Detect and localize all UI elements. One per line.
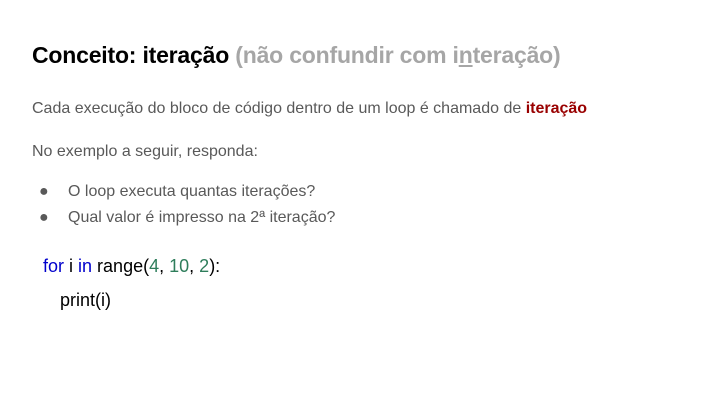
- title-aside-prefix: (não confundir com i: [235, 42, 459, 68]
- title-aside: (não confundir com interação): [235, 42, 560, 68]
- title-aside-suffix: teração): [472, 42, 561, 68]
- keyword-in: in: [78, 256, 93, 276]
- title-main: Conceito: iteração: [32, 42, 230, 68]
- bullet-dot-icon: ●: [39, 183, 49, 200]
- range-start: 4: [149, 256, 160, 276]
- keyword-for: for: [43, 256, 65, 276]
- code-line-for: for i in range(4, 10, 2):: [43, 256, 220, 290]
- definition-paragraph: Cada execução do bloco de código dentro …: [32, 100, 587, 118]
- title-aside-underlined-letter: n: [458, 42, 473, 68]
- prompt-paragraph: No exemplo a seguir, responda:: [32, 143, 258, 160]
- range-call: range(: [92, 256, 150, 276]
- question-text: O loop executa quantas iterações?: [68, 183, 316, 200]
- question-text: Qual valor é impresso na 2ª iteração?: [68, 209, 336, 226]
- definition-text: Cada execução do bloco de código dentro …: [32, 100, 526, 117]
- code-line-print: print(i): [60, 290, 112, 310]
- range-step: 2: [199, 256, 210, 276]
- definition-highlight: iteração: [525, 100, 588, 117]
- range-separator: ,: [189, 256, 200, 276]
- list-item: ● O loop executa quantas iterações?: [32, 183, 335, 209]
- range-separator: ,: [159, 256, 170, 276]
- range-stop: 10: [169, 256, 190, 276]
- slide: Conceito: iteração (não confundir com in…: [0, 0, 720, 405]
- code-block: for i in range(4, 10, 2): print(i): [43, 256, 220, 324]
- list-item: ● Qual valor é impresso na 2ª iteração?: [32, 209, 335, 235]
- question-list: ● O loop executa quantas iterações? ● Qual…: [32, 183, 335, 235]
- slide-title: Conceito: iteração (não confundir com in…: [32, 42, 561, 69]
- bullet-dot-icon: ●: [39, 209, 49, 226]
- range-close: ):: [209, 256, 221, 276]
- loop-variable: i: [64, 256, 79, 276]
